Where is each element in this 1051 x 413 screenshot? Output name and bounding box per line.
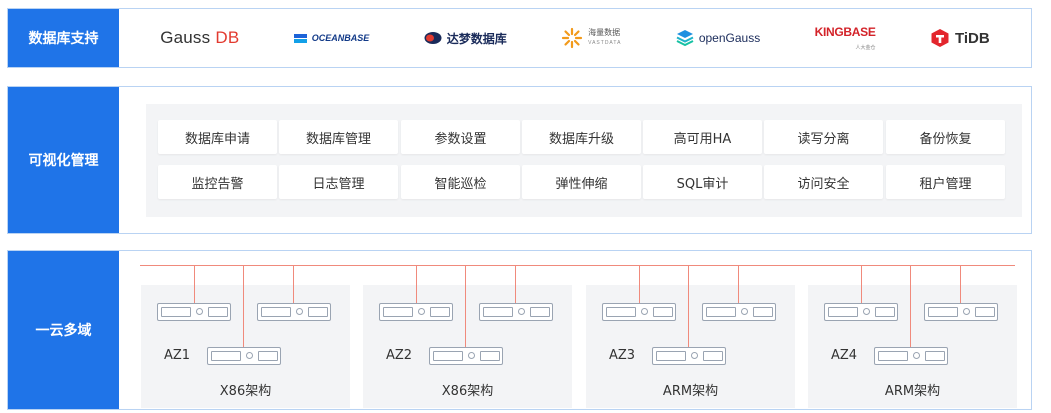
oceanbase-logo-text: OCEANBASE <box>311 33 370 43</box>
dameng-logo-text: 达梦数据库 <box>446 31 507 46</box>
func-sql-audit[interactable]: SQL审计 <box>643 165 762 199</box>
server-icon <box>602 303 676 321</box>
func-tenant-manage[interactable]: 租户管理 <box>886 165 1005 199</box>
opengauss-logo-text: openGauss <box>698 31 761 45</box>
func-log-manage[interactable]: 日志管理 <box>279 165 398 199</box>
connector-line <box>910 265 911 347</box>
kingbase-logo-text: KINGBASE <box>814 25 876 39</box>
gaussdb-logo: Gauss DB <box>160 28 239 48</box>
az-group-1: AZ1 X86架构 <box>141 285 350 408</box>
az-group-4: AZ4 ARM架构 <box>808 285 1017 408</box>
gaussdb-logo-text-b: DB <box>215 28 240 47</box>
function-panel: 数据库申请 数据库管理 参数设置 数据库升级 高可用HA 读写分离 备份恢复 监… <box>146 104 1022 217</box>
func-elastic-scale[interactable]: 弹性伸缩 <box>522 165 641 199</box>
arch-label: X86架构 <box>441 384 494 399</box>
server-icon <box>379 303 453 321</box>
func-rw-split[interactable]: 读写分离 <box>764 120 883 154</box>
db-support-label: 数据库支持 <box>8 9 119 67</box>
az-group-3: AZ3 ARM架构 <box>586 285 795 408</box>
arch-label: X86架构 <box>219 384 272 399</box>
func-db-apply[interactable]: 数据库申请 <box>158 120 277 154</box>
opengauss-mark-icon <box>676 30 694 47</box>
server-icon <box>874 347 948 365</box>
connector-line <box>416 265 417 303</box>
func-monitor-alert[interactable]: 监控告警 <box>158 165 277 199</box>
dameng-mark-icon <box>424 32 442 44</box>
db-support-row: 数据库支持 Gauss DB OCEANBASE 达梦数据库 海量数据 VAST… <box>7 8 1032 68</box>
tidb-logo: TiDB <box>930 28 990 48</box>
func-db-upgrade[interactable]: 数据库升级 <box>522 120 641 154</box>
az-label: AZ4 <box>831 348 858 363</box>
connector-line <box>293 265 294 303</box>
haliang-logo-sub: VASTDATA <box>588 40 622 46</box>
server-icon <box>479 303 553 321</box>
db-logo-strip: Gauss DB OCEANBASE 达梦数据库 海量数据 VASTDATA o… <box>119 9 1031 67</box>
func-db-manage[interactable]: 数据库管理 <box>279 120 398 154</box>
connector-line <box>639 265 640 303</box>
kingbase-logo: KINGBASE 人大金仓 <box>815 25 876 51</box>
visual-mgmt-label: 可视化管理 <box>8 87 119 233</box>
dameng-logo: 达梦数据库 <box>424 30 507 47</box>
func-backup-restore[interactable]: 备份恢复 <box>886 120 1005 154</box>
server-icon <box>157 303 231 321</box>
server-icon <box>257 303 331 321</box>
server-icon <box>652 347 726 365</box>
multi-region-label: 一云多域 <box>8 251 119 409</box>
server-icon <box>702 303 776 321</box>
func-access-security[interactable]: 访问安全 <box>764 165 883 199</box>
arch-label: ARM架构 <box>662 384 719 399</box>
server-icon <box>924 303 998 321</box>
server-icon <box>207 347 281 365</box>
haliang-logo: 海量数据 VASTDATA <box>561 27 621 49</box>
kingbase-logo-sub: 人大金仓 <box>855 45 876 51</box>
az-label: AZ2 <box>386 348 413 363</box>
connector-line <box>738 265 739 303</box>
func-smart-inspect[interactable]: 智能巡检 <box>401 165 520 199</box>
haliang-logo-text: 海量数据 <box>588 28 621 37</box>
connector-line <box>688 265 689 347</box>
tidb-mark-icon <box>931 29 949 47</box>
tidb-logo-text: TiDB <box>954 29 990 47</box>
interconnect-line <box>140 265 1015 266</box>
az-label: AZ1 <box>164 348 191 363</box>
haliang-mark-icon <box>562 27 583 49</box>
oceanbase-logo: OCEANBASE <box>293 33 370 43</box>
server-icon <box>824 303 898 321</box>
connector-line <box>194 265 195 303</box>
arch-label: ARM架构 <box>884 384 941 399</box>
func-ha[interactable]: 高可用HA <box>643 120 762 154</box>
gaussdb-logo-text-a: Gauss <box>160 28 211 47</box>
opengauss-logo: openGauss <box>676 29 760 47</box>
oceanbase-mark-icon <box>293 33 307 43</box>
connector-line <box>243 265 244 347</box>
connector-line <box>515 265 516 303</box>
connector-line <box>465 265 466 347</box>
server-icon <box>429 347 503 365</box>
connector-line <box>861 265 862 303</box>
visual-mgmt-row: 可视化管理 数据库申请 数据库管理 参数设置 数据库升级 高可用HA 读写分离 … <box>7 86 1032 234</box>
az-group-2: AZ2 X86架构 <box>363 285 572 408</box>
connector-line <box>960 265 961 303</box>
func-param-settings[interactable]: 参数设置 <box>401 120 520 154</box>
az-label: AZ3 <box>609 348 636 363</box>
multi-region-row: 一云多域 AZ1 X86架构 AZ2 X86架构 AZ3 ARM架构 AZ4 A… <box>7 250 1032 410</box>
